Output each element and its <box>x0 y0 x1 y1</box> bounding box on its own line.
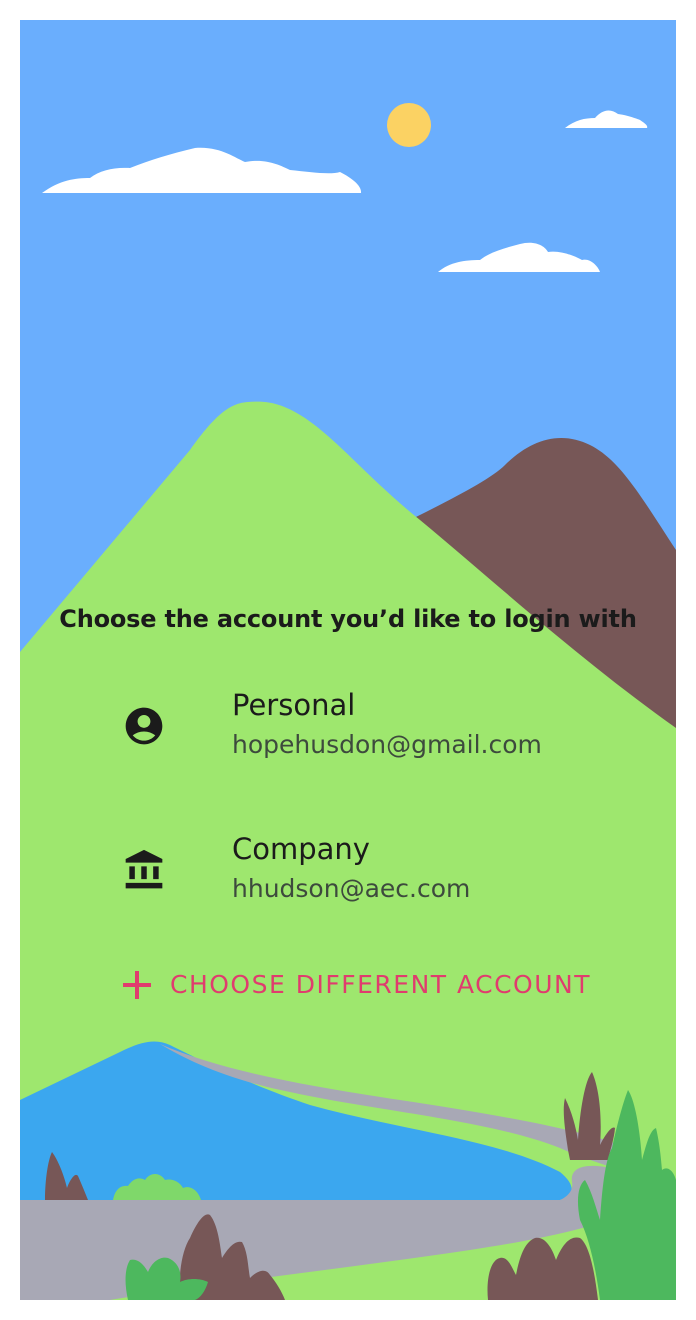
account-name: Company <box>232 832 370 866</box>
account-name: Personal <box>232 688 356 722</box>
sun <box>387 103 431 147</box>
bank-icon <box>125 849 163 889</box>
landscape-illustration <box>20 20 676 1300</box>
account-option-personal[interactable]: Personal hopehusdon@gmail.com <box>100 684 600 774</box>
choose-different-account-label: CHOOSE DIFFERENT ACCOUNT <box>170 970 592 999</box>
choose-different-account-button[interactable]: CHOOSE DIFFERENT ACCOUNT <box>120 964 590 1008</box>
account-circle-icon <box>125 707 163 745</box>
page-title: Choose the account you’d like to login w… <box>59 605 637 633</box>
plus-icon <box>123 971 151 999</box>
account-email: hopehusdon@gmail.com <box>232 730 542 759</box>
account-email: hhudson@aec.com <box>232 874 471 903</box>
login-screen: Choose the account you’d like to login w… <box>20 20 676 1300</box>
account-option-company[interactable]: Company hhudson@aec.com <box>100 828 600 918</box>
